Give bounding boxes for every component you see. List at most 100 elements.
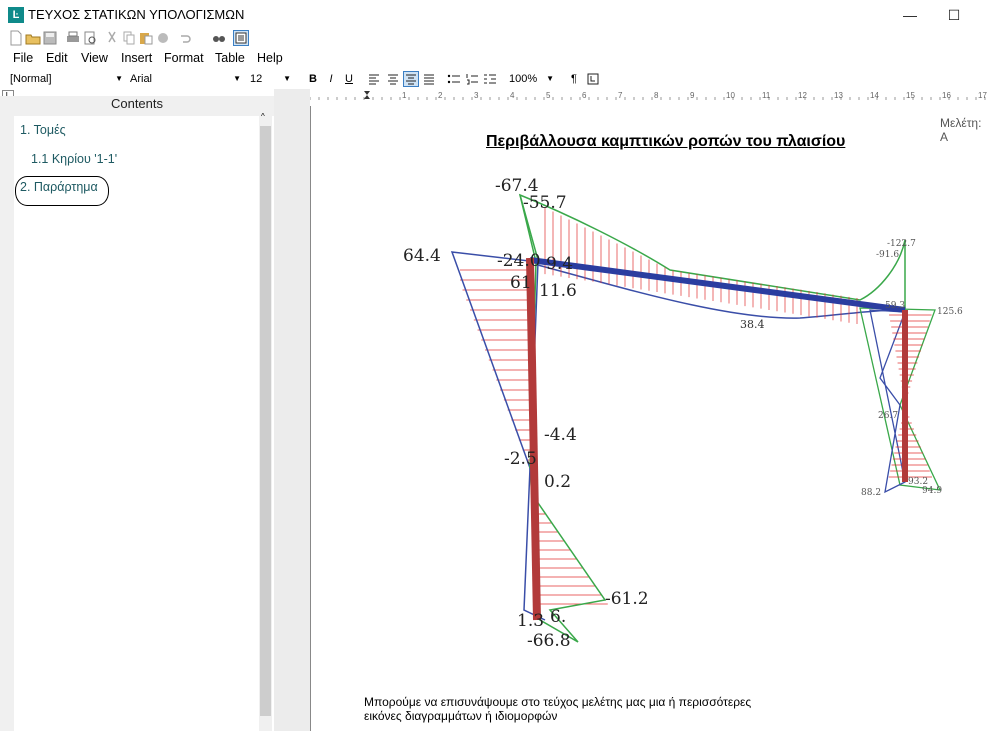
font-value: Arial [130,73,153,85]
moment-label: -61.2 [605,589,649,609]
moment-label-small: -122.7 [887,239,916,249]
document-margin [274,100,310,731]
bullet-list-icon[interactable] [446,71,462,87]
ruler-number: 6 [582,91,587,100]
bold-button[interactable]: B [305,71,321,87]
chevron-down-icon: ▼ [283,74,291,83]
moment-label-small: 38.4 [740,318,765,331]
moment-label: 6. [550,607,566,627]
ruler-number: 17 [978,91,987,100]
save-icon[interactable] [42,30,58,46]
print-icon[interactable] [65,30,81,46]
format-toolbar: [Normal] ▼ Arial ▼ 12 ▼ B I U 100% ▼ ¶ [0,70,990,89]
page-setup-icon[interactable] [585,71,601,87]
title-bar: Ŀ ΤΕΥΧΟΣ ΣΤΑΤΙΚΩΝ ΥΠΟΛΟΓΙΣΜΩΝ — ☐ [0,0,990,30]
horizontal-ruler[interactable]: 1 2 3 4 5 6 7 8 9 10 11 12 13 14 15 16 17 [310,89,990,107]
moment-label-small: -91.6 [876,250,899,260]
paste-icon[interactable] [138,30,154,46]
highlight-circle [15,176,109,206]
ruler-number: 12 [798,91,807,100]
numbered-list-icon[interactable] [464,71,480,87]
ruler-number: 14 [870,91,879,100]
show-formatting-button[interactable]: ¶ [566,71,582,87]
ruler-number: 13 [834,91,843,100]
moment-label: 9.4 [546,254,573,274]
ruler-number: 11 [762,91,771,100]
moment-envelope-diagram: -67.4 -55.7 64.4 -24.0 9.4 11.6 61 -4.4 … [403,176,963,651]
underline-button[interactable]: U [341,71,357,87]
align-justify-center-icon[interactable] [403,71,419,87]
ruler-number: 7 [618,91,623,100]
ruler-number: 15 [906,91,915,100]
zoom-value: 100% [509,73,538,85]
scroll-up-icon[interactable]: ^ [261,112,265,121]
font-size-select[interactable]: 12 ▼ [248,71,294,87]
moment-label-small: 93.2 [908,477,928,487]
moment-label: -66.8 [527,631,571,651]
align-justify-icon[interactable] [421,71,437,87]
caption-line-1: Μπορούμε να επισυνάψουμε στο τεύχος μελέ… [364,695,752,709]
moment-label: 1.3 [517,611,544,631]
moment-label-small: 94.9 [922,486,942,496]
minimize-button[interactable]: — [895,4,925,26]
style-select[interactable]: [Normal] ▼ [8,71,126,87]
multilevel-list-icon[interactable] [482,71,498,87]
contents-panel: 1. Τομές 1.1 Κηρίου '1-1' 2. Παράρτημα [14,116,259,731]
moment-label-small: 59.3 [885,301,905,311]
ruler-number: 4 [510,91,515,100]
moment-label: 0.2 [544,472,571,492]
standard-toolbar [0,28,990,48]
ruler-number: 5 [546,91,551,100]
align-center-icon[interactable] [385,71,401,87]
menu-edit[interactable]: Edit [46,51,68,65]
print-preview-icon[interactable] [82,30,98,46]
header-study-label: Μελέτη: Α [940,116,982,144]
menu-table[interactable]: Table [215,51,245,65]
italic-button[interactable]: I [323,71,339,87]
ruler-number: 3 [474,91,479,100]
window-title: ΤΕΥΧΟΣ ΣΤΑΤΙΚΩΝ ΥΠΟΛΟΓΙΣΜΩΝ [28,7,245,22]
undo-icon[interactable] [177,30,193,46]
ruler-number: 10 [726,91,735,100]
moment-label: -55.7 [523,193,567,213]
moment-label: 64.4 [403,246,441,266]
moment-label: 11.6 [539,281,577,301]
moment-label: -4.4 [544,425,577,445]
ruler-number: 2 [438,91,443,100]
caption-line-2: εικόνες διαγραμμάτων ή ιδιομορφών [364,709,558,723]
open-folder-icon[interactable] [25,30,41,46]
font-size-value: 12 [250,73,263,85]
menu-bar: File Edit View Insert Format Table Help [0,49,990,69]
menu-view[interactable]: View [81,51,108,65]
contents-toggle-icon[interactable] [233,30,249,46]
maximize-button[interactable]: ☐ [939,4,969,26]
moment-label: -24.0 [497,251,541,271]
chevron-down-icon: ▼ [546,74,554,83]
ruler-number: 1 [402,91,407,100]
scrollbar-thumb[interactable] [260,126,271,716]
new-document-icon[interactable] [8,30,24,46]
chevron-down-icon: ▼ [233,74,241,83]
contents-header: Contents [0,96,274,116]
menu-insert[interactable]: Insert [121,51,152,65]
find-icon[interactable] [211,30,227,46]
toc-item-sections[interactable]: 1. Τομές [20,123,66,137]
menu-format[interactable]: Format [164,51,204,65]
toc-item-column-section[interactable]: 1.1 Κηρίου '1-1' [31,152,117,166]
app-icon: Ŀ [8,7,24,23]
font-select[interactable]: Arial ▼ [128,71,244,87]
moment-label: -2.5 [504,449,537,469]
contents-scrollbar[interactable]: ^ [259,112,272,731]
copy-icon[interactable] [121,30,137,46]
delete-icon[interactable] [155,30,171,46]
align-left-icon[interactable] [366,71,382,87]
moment-label-small: 26.7 [878,411,898,421]
menu-help[interactable]: Help [257,51,283,65]
cut-icon[interactable] [104,30,120,46]
moment-label-small: 125.6 [937,307,963,317]
chevron-down-icon: ▼ [115,74,123,83]
style-value: [Normal] [10,73,52,85]
menu-file[interactable]: File [13,51,33,65]
zoom-select[interactable]: 100% ▼ [507,71,557,87]
moment-label: 61 [510,273,532,293]
